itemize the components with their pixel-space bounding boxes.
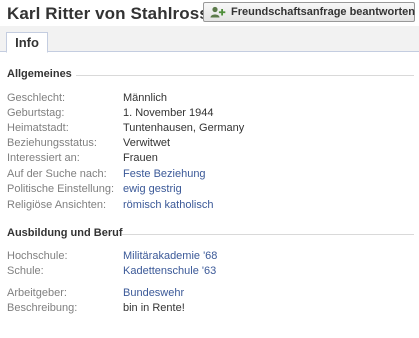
profile-name: Karl Ritter von Stahlross (7, 4, 209, 23)
info-row-hometown: Heimatstadt: Tuntenhausen, Germany (0, 122, 419, 137)
row-label: Auf der Suche nach: (7, 168, 107, 180)
row-label: Hochschule: (7, 250, 68, 262)
looking-for-link[interactable]: Feste Beziehung (123, 168, 206, 180)
add-friend-icon (210, 6, 226, 18)
info-row-interested-in: Interessiert an: Frauen (0, 152, 419, 167)
info-row-description: Beschreibung: bin in Rente! (0, 302, 419, 317)
row-label: Schule: (7, 265, 44, 277)
row-label: Interessiert an: (7, 152, 80, 164)
info-row-political-views: Politische Einstellung: ewig gestrig (0, 183, 419, 198)
info-row-gender: Geschlecht: Männlich (0, 92, 419, 107)
row-label: Heimatstadt: (7, 122, 69, 134)
row-label: Beziehungsstatus: (7, 137, 97, 149)
tab-bar: Info (0, 26, 419, 53)
row-value: bin in Rente! (123, 302, 185, 314)
info-row-employer: Arbeitgeber: Bundeswehr (0, 287, 419, 302)
university-link[interactable]: Militärakademie '68 (123, 250, 217, 262)
religious-views-link[interactable]: römisch katholisch (123, 199, 213, 211)
row-value: Verwitwet (123, 137, 171, 149)
info-row-university: Hochschule: Militärakademie '68 (0, 250, 419, 265)
info-row-religious-views: Religiöse Ansichten: römisch katholisch (0, 199, 419, 214)
row-label: Arbeitgeber: (7, 287, 67, 299)
profile-header: Karl Ritter von Stahlross Freundschaftsa… (0, 0, 419, 26)
employer-link[interactable]: Bundeswehr (123, 287, 184, 299)
row-label: Beschreibung: (7, 302, 78, 314)
info-row-birthday: Geburtstag: 1. November 1944 (0, 107, 419, 122)
info-row-looking-for: Auf der Suche nach: Feste Beziehung (0, 168, 419, 183)
row-label: Geburtstag: (7, 107, 65, 119)
row-label: Geschlecht: (7, 92, 66, 104)
row-label: Religiöse Ansichten: (7, 199, 107, 211)
row-value: Tuntenhausen, Germany (123, 122, 245, 134)
section-divider (122, 234, 414, 235)
info-row-relationship: Beziehungsstatus: Verwitwet (0, 137, 419, 152)
row-value: Frauen (123, 152, 158, 164)
section-divider (76, 75, 414, 76)
row-label: Politische Einstellung: (7, 183, 115, 195)
row-value: Männlich (123, 92, 168, 104)
friend-request-button[interactable]: Freundschaftsanfrage beantworten (203, 2, 415, 22)
tab-info[interactable]: Info (6, 32, 48, 53)
school-link[interactable]: Kadettenschule '63 (123, 265, 216, 277)
section-title-general: Allgemeines (7, 68, 72, 80)
info-row-school: Schule: Kadettenschule '63 (0, 265, 419, 280)
political-views-link[interactable]: ewig gestrig (123, 183, 182, 195)
friend-request-label: Freundschaftsanfrage beantworten (231, 6, 415, 18)
section-title-education: Ausbildung und Beruf (7, 227, 123, 239)
row-value: 1. November 1944 (123, 107, 214, 119)
